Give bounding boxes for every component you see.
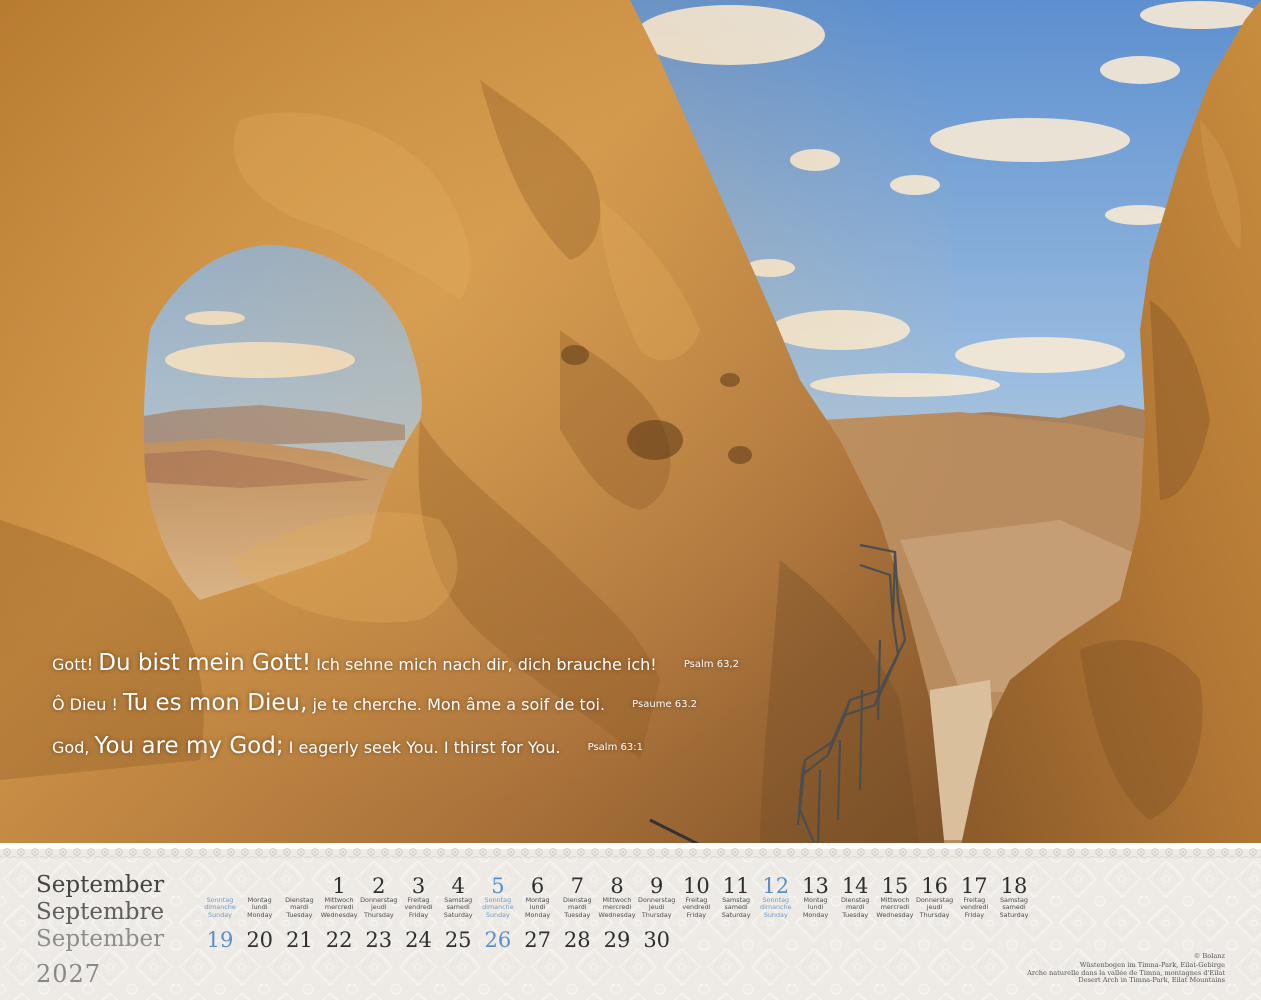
day-number: 14 — [841, 874, 869, 898]
weekday-label: Freitag vendredi Friday — [397, 896, 441, 919]
weekday-label: Samstag samedi Saturday — [714, 896, 758, 919]
day-number: 30 — [643, 928, 671, 952]
quote-french: Ô Dieu ! Tu es mon Dieu, je te cherche. … — [52, 690, 697, 716]
weekday-en: Tuesday — [842, 910, 869, 919]
weekday-label: Sonntag dimanche Sunday — [476, 896, 520, 919]
desert-arch-image — [0, 0, 1261, 852]
quote-french-reference: Psaume 63.2 — [632, 699, 698, 710]
day-number: 2 — [372, 874, 386, 898]
weekday-en: Saturday — [721, 910, 751, 919]
weekday-en: Saturday — [443, 910, 473, 919]
quote-english-text: I eagerly seek You. I thirst for You. — [288, 738, 561, 757]
day-number: 25 — [444, 928, 472, 952]
weekday-label: Mittwoch mercredi Wednesday — [873, 896, 917, 919]
photo-copyright: © Bolanz — [1193, 952, 1225, 960]
day-number: 29 — [603, 928, 631, 952]
weekday-label: Montag lundi Monday — [794, 896, 838, 919]
day-number: 17 — [960, 874, 988, 898]
weekday-en: Thursday — [641, 910, 672, 919]
weekday-en: Sunday — [763, 910, 788, 919]
quote-english-emphasis: You are my God; — [94, 733, 284, 759]
weekday-en: Monday — [524, 910, 551, 919]
weekday-label: Freitag vendredi Friday — [952, 896, 996, 919]
weekday-label: Donnerstag jeudi Thursday — [913, 896, 957, 919]
quote-german-emphasis: Du bist mein Gott! — [98, 650, 312, 676]
day-number: 4 — [451, 874, 465, 898]
weekday-en: Friday — [686, 910, 707, 919]
quote-english: God, You are my God; I eagerly seek You.… — [52, 733, 643, 759]
weekday-en: Wednesday — [320, 910, 358, 919]
day-number: 9 — [650, 874, 664, 898]
quote-english-prefix: God, — [52, 738, 90, 757]
weekday-label: Dienstag mardi Tuesday — [277, 896, 321, 919]
day-number: 21 — [286, 928, 313, 952]
month-name-english: September — [36, 926, 165, 952]
weekday-en: Sunday — [208, 910, 232, 919]
weekday-en: Tuesday — [286, 910, 313, 919]
day-number: 3 — [411, 874, 426, 898]
weekday-en: Wednesday — [876, 910, 914, 919]
weekday-label: Dienstag mardi Tuesday — [833, 896, 877, 919]
day-number: 13 — [802, 874, 829, 898]
day-number: 1 — [332, 874, 346, 898]
quote-english-reference: Psalm 63:1 — [587, 742, 643, 753]
quote-german-reference: Psalm 63,2 — [683, 659, 739, 670]
quote-french-text: je te cherche. Mon âme a soif de toi. — [312, 695, 606, 714]
weekday-label: Sonntag dimanche Sunday — [754, 896, 798, 919]
day-number: 12 — [762, 874, 790, 898]
weekday-label: Montag lundi Monday — [238, 896, 282, 919]
weekday-label: Samstag samedi Saturday — [436, 896, 480, 919]
day-number: 15 — [881, 874, 909, 898]
day-number: 5 — [491, 874, 505, 898]
weekday-label: Samstag samedi Saturday — [992, 896, 1036, 919]
day-number: 10 — [683, 874, 710, 898]
weekday-label: Donnerstag jeudi Thursday — [357, 896, 401, 919]
day-number: 7 — [570, 874, 584, 898]
month-name-german: September — [36, 872, 165, 898]
weekday-en: Tuesday — [564, 910, 591, 919]
day-number: 18 — [1000, 874, 1028, 898]
weekday-label: Freitag vendredi Friday — [674, 896, 718, 919]
weekday-en: Thursday — [919, 910, 950, 919]
day-number: 28 — [563, 928, 591, 952]
weekday-label: Donnerstag jeudi Thursday — [635, 896, 679, 919]
day-number: 20 — [246, 928, 274, 952]
landscape-photo: Gott! Du bist mein Gott! Ich sehne mich … — [0, 0, 1261, 852]
weekday-en: Thursday — [363, 910, 394, 919]
day-number: 23 — [365, 928, 393, 952]
weekday-en: Wednesday — [598, 910, 636, 919]
quote-german-text: Ich sehne mich nach dir, dich brauche ic… — [316, 655, 657, 674]
day-number: 27 — [524, 928, 551, 952]
weekday-en: Friday — [964, 910, 984, 919]
weekday-label: Mittwoch mercredi Wednesday — [317, 896, 361, 919]
year-label: 2027 — [36, 960, 102, 988]
photo-caption-english: Desert Arch in Timna-Park, Eilat Mountai… — [1078, 976, 1225, 984]
weekday-en: Monday — [802, 910, 829, 919]
quote-french-emphasis: Tu es mon Dieu, — [123, 690, 308, 716]
day-number: 22 — [325, 928, 353, 952]
day-number: 11 — [722, 874, 750, 898]
weekday-en: Friday — [408, 910, 429, 919]
day-number: 16 — [921, 874, 948, 898]
weekday-label: Montag lundi Monday — [516, 896, 560, 919]
quote-german-prefix: Gott! — [52, 655, 94, 674]
day-number: 26 — [484, 928, 512, 952]
month-name-french: Septembre — [36, 899, 165, 925]
day-number: 8 — [610, 874, 624, 898]
quote-german: Gott! Du bist mein Gott! Ich sehne mich … — [52, 650, 739, 676]
day-number: 6 — [530, 874, 545, 898]
weekday-label: Mittwoch mercredi Wednesday — [595, 896, 639, 919]
weekday-label: Sonntag dimanche Sunday — [198, 896, 242, 919]
quote-french-prefix: Ô Dieu ! — [52, 695, 118, 714]
weekday-en: Sunday — [485, 910, 510, 919]
weekday-en: Monday — [247, 910, 273, 919]
day-number: 24 — [405, 928, 432, 952]
weekday-en: Saturday — [999, 910, 1029, 919]
weekday-label: Dienstag mardi Tuesday — [555, 896, 599, 919]
day-number: 19 — [206, 928, 234, 952]
